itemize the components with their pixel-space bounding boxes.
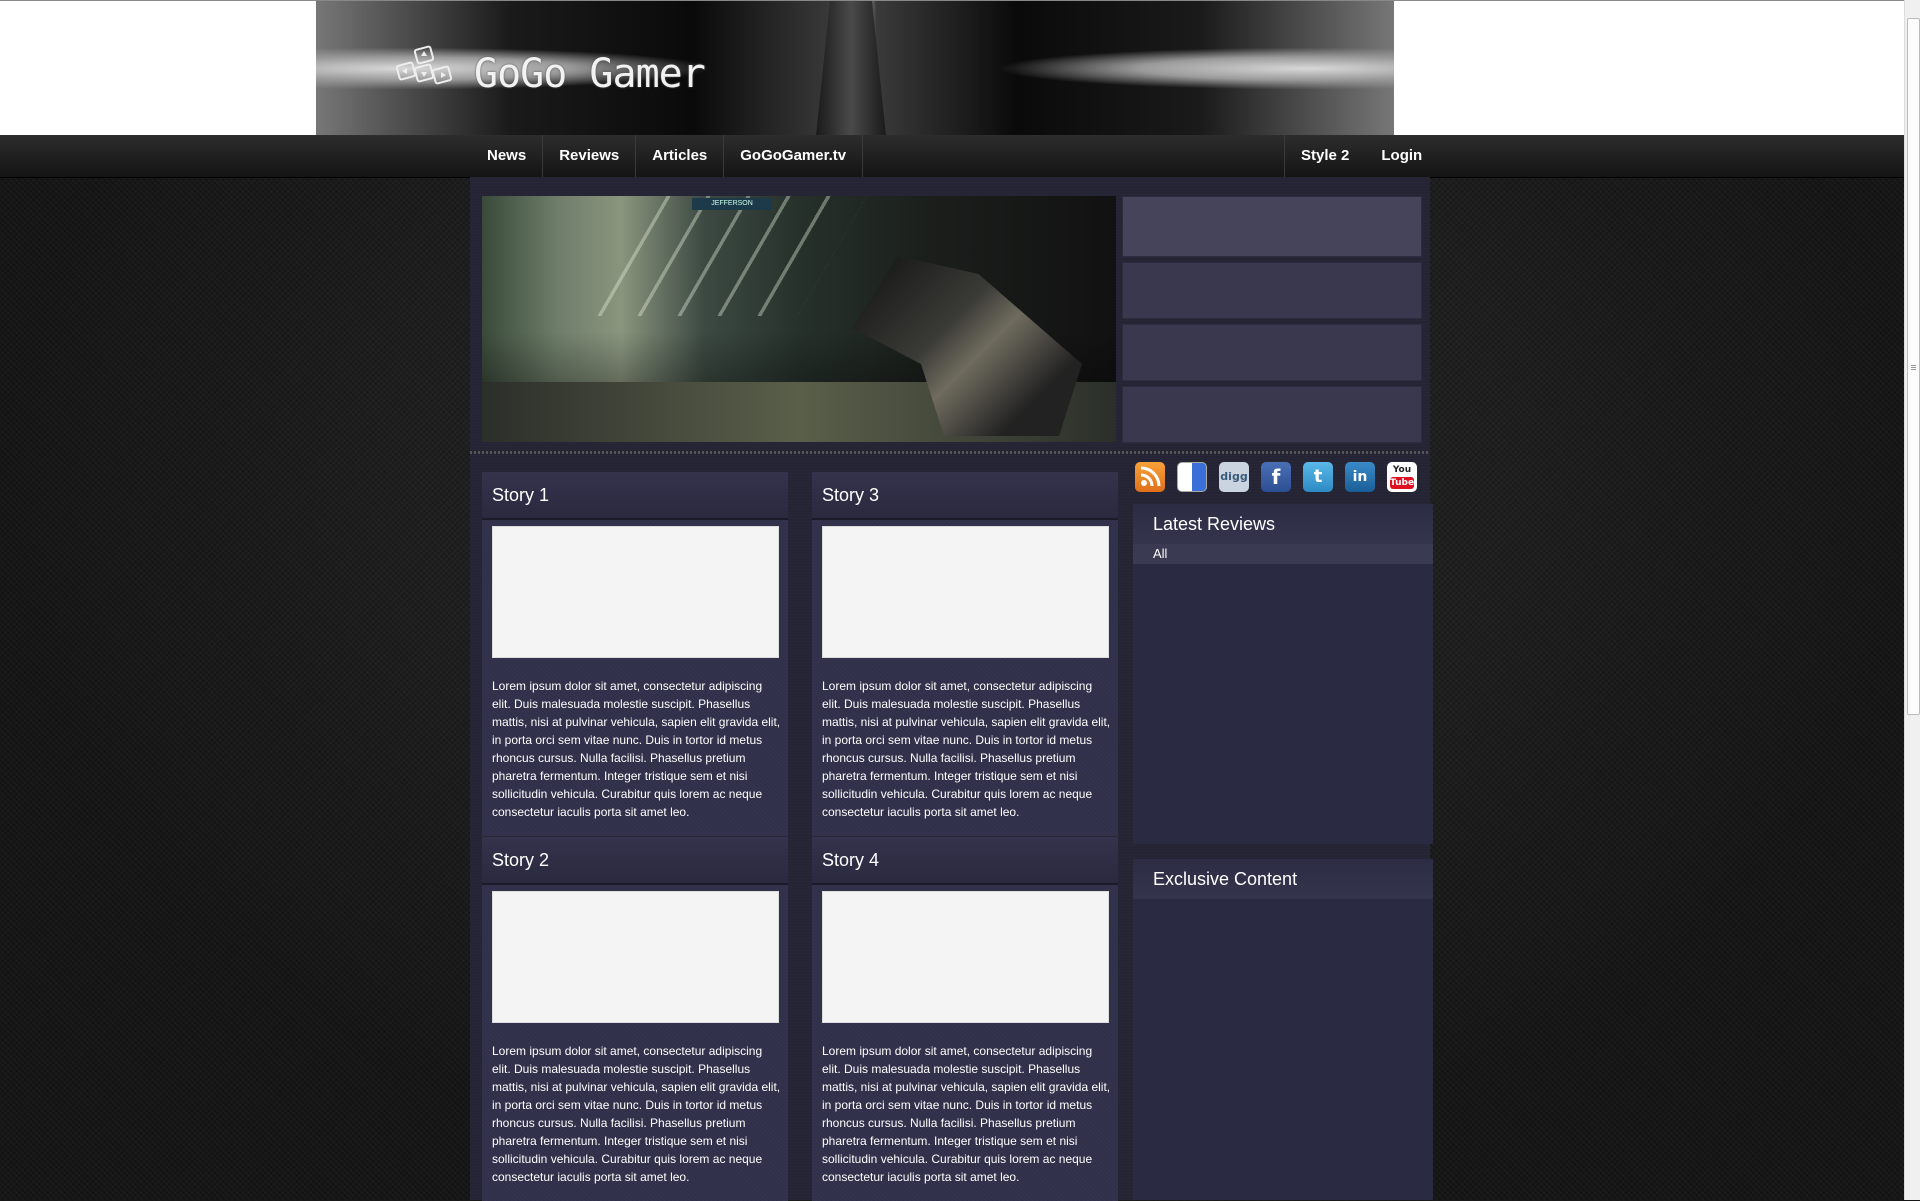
featured-item[interactable]: [1122, 196, 1422, 257]
featured-ceiling-lights: [597, 196, 867, 316]
nav-left: News Reviews Articles GoGoGamer.tv: [471, 135, 864, 177]
story-image[interactable]: [492, 526, 779, 658]
twitter-icon[interactable]: t: [1303, 462, 1333, 492]
scrollbar-grip: [1911, 364, 1916, 370]
linkedin-icon[interactable]: in: [1345, 462, 1375, 492]
social-icons: digg f t in You Tube: [1135, 462, 1417, 492]
site-logo[interactable]: GoGo Gamer: [386, 39, 706, 109]
youtube-tube-text: Tube: [1390, 477, 1415, 489]
scrollbar-thumb[interactable]: [1907, 18, 1920, 715]
logo-text: GoGo Gamer: [474, 51, 706, 97]
featured-list: [1122, 196, 1422, 448]
story-card: Story 1 Lorem ipsum dolor sit amet, cons…: [482, 472, 788, 836]
facebook-icon[interactable]: f: [1261, 462, 1291, 492]
story-title[interactable]: Story 4: [812, 837, 1118, 885]
exclusive-content-title: Exclusive Content: [1133, 859, 1433, 899]
latest-reviews-title: Latest Reviews: [1133, 504, 1433, 544]
main-nav: News Reviews Articles GoGoGamer.tv Style…: [0, 135, 1904, 178]
exclusive-content-box: Exclusive Content: [1133, 859, 1433, 1200]
delicious-icon[interactable]: [1177, 462, 1207, 492]
nav-right: Style 2 Login: [1284, 135, 1438, 177]
story-text: Lorem ipsum dolor sit amet, consectetur …: [822, 679, 1111, 819]
story-image[interactable]: [822, 891, 1109, 1023]
story-title[interactable]: Story 1: [482, 472, 788, 520]
latest-reviews-tab-all[interactable]: All: [1133, 544, 1433, 564]
story-title[interactable]: Story 3: [812, 472, 1118, 520]
story-image[interactable]: [492, 891, 779, 1023]
story-image[interactable]: [822, 526, 1109, 658]
scrollbar[interactable]: [1904, 0, 1920, 1200]
nav-gogogamer-tv[interactable]: GoGoGamer.tv: [724, 135, 864, 177]
story-text: Lorem ipsum dolor sit amet, consectetur …: [492, 679, 781, 819]
youtube-icon[interactable]: You Tube: [1387, 462, 1417, 492]
rss-icon[interactable]: [1135, 462, 1165, 492]
story-text: Lorem ipsum dolor sit amet, consectetur …: [822, 1044, 1111, 1184]
featured-item[interactable]: [1122, 324, 1422, 381]
featured-image[interactable]: JEFFERSON: [482, 196, 1116, 442]
dpad-icon: [395, 45, 453, 85]
story-card: Story 2 Lorem ipsum dolor sit amet, cons…: [482, 837, 788, 1201]
latest-reviews-box: Latest Reviews All: [1133, 504, 1433, 844]
divider: [470, 451, 1430, 454]
featured-item[interactable]: [1122, 386, 1422, 443]
digg-icon[interactable]: digg: [1219, 462, 1249, 492]
nav-articles[interactable]: Articles: [636, 135, 725, 177]
story-title[interactable]: Story 2: [482, 837, 788, 885]
nav-login[interactable]: Login: [1365, 135, 1438, 177]
featured-item[interactable]: [1122, 262, 1422, 319]
story-text: Lorem ipsum dolor sit amet, consectetur …: [492, 1044, 781, 1184]
nav-news[interactable]: News: [471, 135, 544, 177]
youtube-you-text: You: [1392, 465, 1412, 475]
nav-reviews[interactable]: Reviews: [543, 135, 637, 177]
site-header: GoGo Gamer: [0, 0, 1904, 136]
banner-tie: [816, 1, 886, 136]
story-card: Story 3 Lorem ipsum dolor sit amet, cons…: [812, 472, 1118, 836]
story-card: Story 4 Lorem ipsum dolor sit amet, cons…: [812, 837, 1118, 1201]
page-container: JEFFERSON Story 1 Lorem ipsum dolor sit …: [470, 177, 1433, 1201]
nav-style-2[interactable]: Style 2: [1284, 135, 1365, 177]
featured-sign: JEFFERSON: [692, 198, 772, 210]
